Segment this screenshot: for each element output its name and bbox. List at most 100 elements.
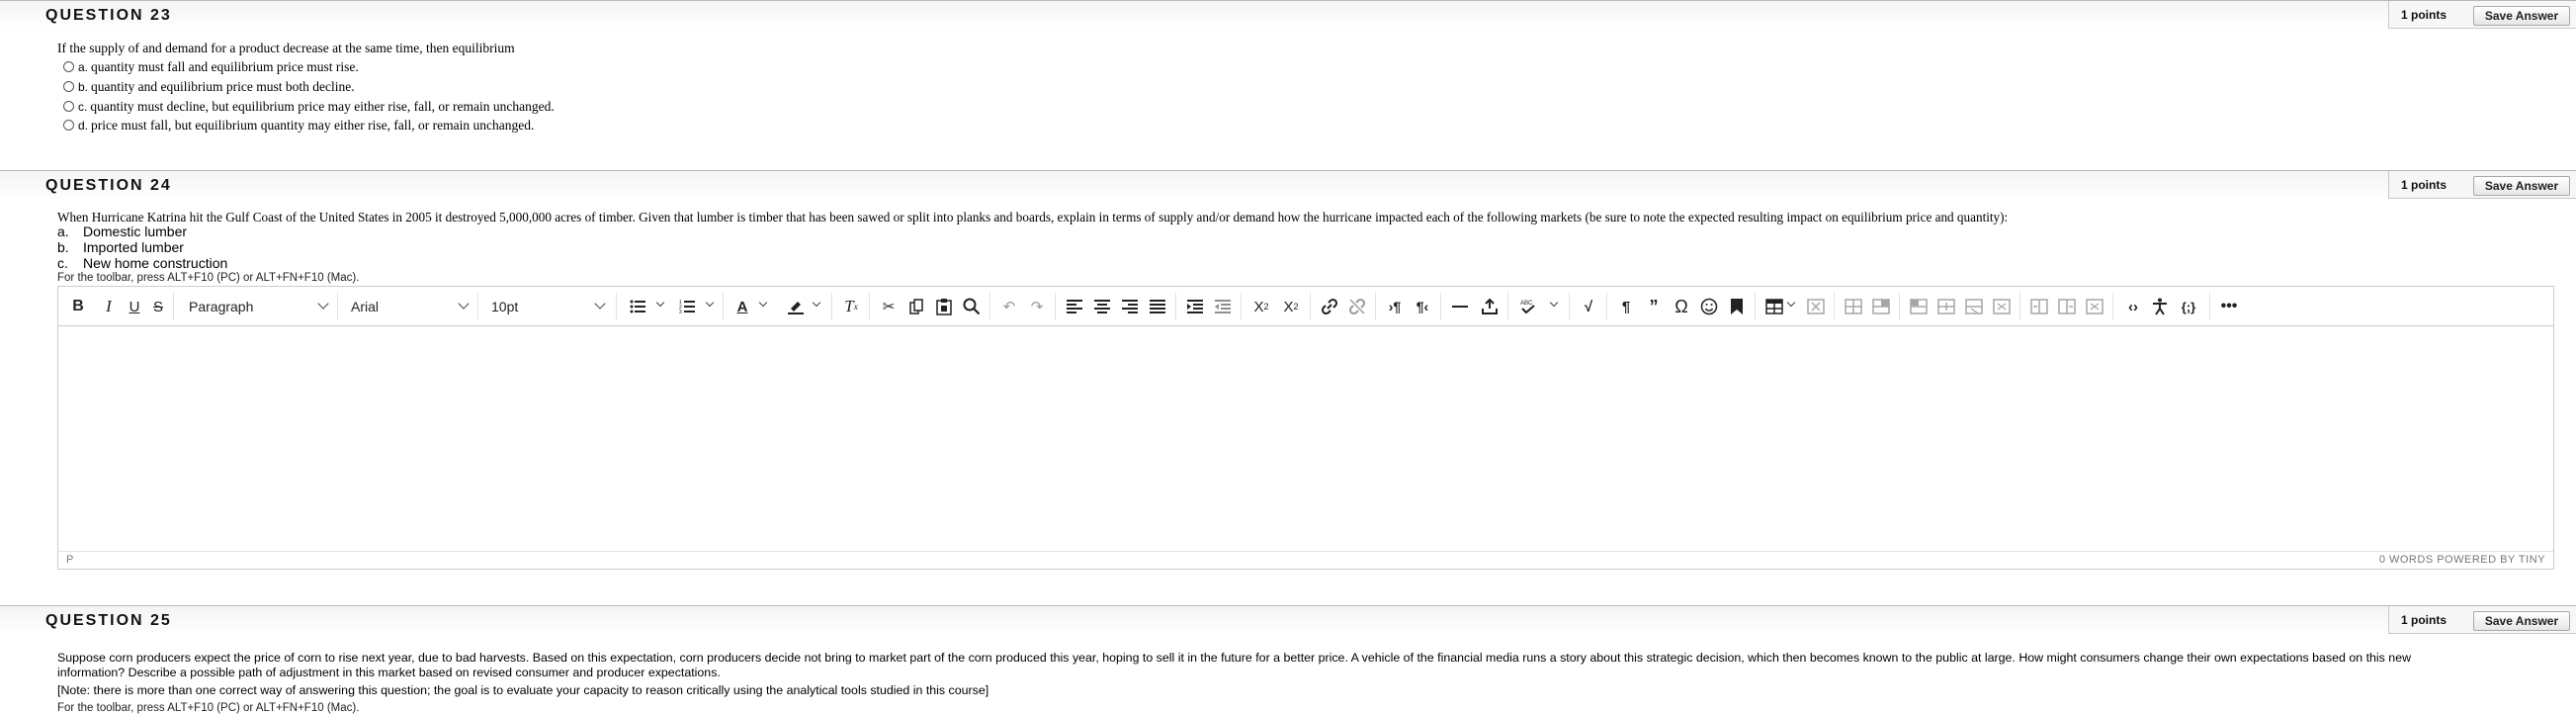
- points-label: 1 points: [2401, 613, 2447, 627]
- subscript-icon[interactable]: X2: [1278, 295, 1304, 318]
- toolbar-separator: [1834, 293, 1835, 320]
- redo-icon[interactable]: ↷: [1025, 295, 1049, 318]
- math-equation-icon[interactable]: √: [1577, 295, 1600, 318]
- chevron-down-icon[interactable]: [1549, 298, 1559, 308]
- cut-icon[interactable]: ✂: [877, 295, 901, 318]
- delete-row-icon[interactable]: [1962, 295, 1986, 318]
- save-answer-button[interactable]: Save Answer: [2473, 6, 2570, 26]
- text-color-icon[interactable]: A: [730, 295, 754, 318]
- points-label: 1 points: [2401, 8, 2447, 22]
- option-letter: a.: [78, 60, 89, 74]
- numbered-list-icon[interactable]: 123: [675, 295, 699, 318]
- chevron-down-icon[interactable]: [1786, 298, 1796, 308]
- element-path[interactable]: P: [66, 554, 73, 566]
- undo-icon[interactable]: ↶: [997, 295, 1021, 318]
- find-replace-icon[interactable]: [960, 295, 984, 318]
- insert-file-icon[interactable]: [1478, 295, 1502, 318]
- question-title: QUESTION 23: [45, 7, 172, 24]
- align-center-icon[interactable]: [1090, 295, 1114, 318]
- emoticons-icon[interactable]: [1697, 295, 1721, 318]
- unlink-icon[interactable]: [1345, 295, 1369, 318]
- item-letter: a.: [57, 223, 69, 239]
- indent-icon[interactable]: [1183, 295, 1207, 318]
- accessibility-icon[interactable]: [2148, 295, 2172, 318]
- clear-formatting-icon[interactable]: Tx: [839, 295, 863, 318]
- font-family-dropdown[interactable]: Arial: [345, 295, 473, 318]
- option-c[interactable]: c. quantity must decline, but equilibrium…: [63, 99, 555, 115]
- special-character-icon[interactable]: Ω: [1670, 295, 1693, 318]
- item-letter: b.: [57, 239, 69, 255]
- chevron-down-icon[interactable]: [758, 298, 768, 308]
- option-text: quantity and equilibrium price must both…: [91, 79, 355, 94]
- item-text: New home construction: [83, 255, 228, 271]
- align-right-icon[interactable]: [1118, 295, 1142, 318]
- ltr-icon[interactable]: ›¶: [1383, 295, 1407, 318]
- question-header: QUESTION 24 1 points Save Answer: [0, 170, 2576, 200]
- svg-text:3: 3: [679, 310, 682, 313]
- rich-text-editor[interactable]: B I U S Paragraph Arial 10pt 1 2 3 A T x…: [57, 286, 2554, 570]
- radio-button[interactable]: [63, 81, 74, 92]
- outdent-icon[interactable]: [1211, 295, 1235, 318]
- toolbar-separator: [869, 293, 870, 320]
- toolbar-separator: [1055, 293, 1056, 320]
- radio-button[interactable]: [63, 120, 74, 131]
- block-format-dropdown[interactable]: Paragraph: [183, 295, 321, 318]
- option-letter: b.: [78, 80, 89, 94]
- copy-icon[interactable]: [904, 295, 928, 318]
- paragraph-mark-icon[interactable]: ¶: [1614, 295, 1638, 318]
- table-icon[interactable]: [1762, 295, 1786, 318]
- more-icon[interactable]: •••: [2217, 295, 2241, 318]
- spellcheck-icon[interactable]: ABC: [1515, 295, 1541, 318]
- option-b[interactable]: b. quantity and equilibrium price must bo…: [63, 79, 355, 95]
- align-justify-icon[interactable]: [1146, 295, 1169, 318]
- option-text: quantity must fall and equilibrium price…: [91, 59, 359, 74]
- rtl-icon[interactable]: ¶‹: [1411, 295, 1434, 318]
- row-properties-icon[interactable]: [1990, 295, 2014, 318]
- insert-row-before-icon[interactable]: [1907, 295, 1931, 318]
- blockquote-icon[interactable]: ”: [1642, 295, 1666, 318]
- radio-button[interactable]: [63, 101, 74, 112]
- font-size-dropdown[interactable]: 10pt: [485, 295, 624, 318]
- word-count: 0 WORDS POWERED BY TINY: [2378, 554, 2545, 566]
- save-answer-button[interactable]: Save Answer: [2473, 611, 2570, 631]
- paste-icon[interactable]: [932, 295, 956, 318]
- link-icon[interactable]: [1318, 295, 1341, 318]
- source-code-icon[interactable]: ‹›: [2120, 295, 2146, 318]
- table-row-props-icon[interactable]: [1842, 295, 1865, 318]
- question-text-line-2: information? Describe a possible path of…: [57, 666, 721, 679]
- chevron-down-icon[interactable]: [705, 298, 715, 308]
- svg-text:ABC: ABC: [1520, 301, 1533, 307]
- editor-statusbar: P 0 WORDS POWERED BY TINY: [58, 551, 2553, 569]
- insert-column-before-icon[interactable]: [2027, 295, 2051, 318]
- align-left-icon[interactable]: [1063, 295, 1086, 318]
- italic-button[interactable]: I: [98, 295, 120, 318]
- insert-column-after-icon[interactable]: [2055, 295, 2079, 318]
- bookmark-icon[interactable]: [1725, 295, 1749, 318]
- toolbar-separator: [1241, 293, 1242, 320]
- chevron-down-icon[interactable]: [812, 298, 821, 308]
- delete-table-icon[interactable]: [1804, 295, 1828, 318]
- editor-content-area[interactable]: [58, 326, 2553, 552]
- bold-button[interactable]: B: [66, 295, 90, 318]
- option-a[interactable]: a. quantity must fall and equilibrium pri…: [63, 59, 359, 75]
- table-cell-props-icon[interactable]: [1869, 295, 1893, 318]
- strikethrough-button[interactable]: S: [147, 295, 169, 318]
- insert-row-after-icon[interactable]: [1934, 295, 1958, 318]
- bullet-list-icon[interactable]: [626, 295, 649, 318]
- delete-column-icon[interactable]: [2083, 295, 2106, 318]
- superscript-icon[interactable]: X2: [1248, 295, 1274, 318]
- toolbar-separator: [1507, 293, 1508, 320]
- code-sample-icon[interactable]: {;}: [2176, 295, 2201, 318]
- horizontal-line-icon[interactable]: [1448, 295, 1472, 318]
- save-answer-button[interactable]: Save Answer: [2473, 176, 2570, 196]
- chevron-down-icon[interactable]: [655, 298, 665, 308]
- toolbar-separator: [616, 293, 617, 320]
- question-text: When Hurricane Katrina hit the Gulf Coas…: [57, 210, 2009, 224]
- underline-button[interactable]: U: [124, 295, 145, 318]
- highlight-color-icon[interactable]: [784, 295, 808, 318]
- option-d[interactable]: d. price must fall, but equilibrium quant…: [63, 118, 534, 134]
- question-text: If the supply of and demand for a produc…: [57, 41, 515, 55]
- points-box: 1 points Save Answer: [2388, 171, 2576, 199]
- question-title: QUESTION 25: [45, 612, 172, 629]
- radio-button[interactable]: [63, 61, 74, 72]
